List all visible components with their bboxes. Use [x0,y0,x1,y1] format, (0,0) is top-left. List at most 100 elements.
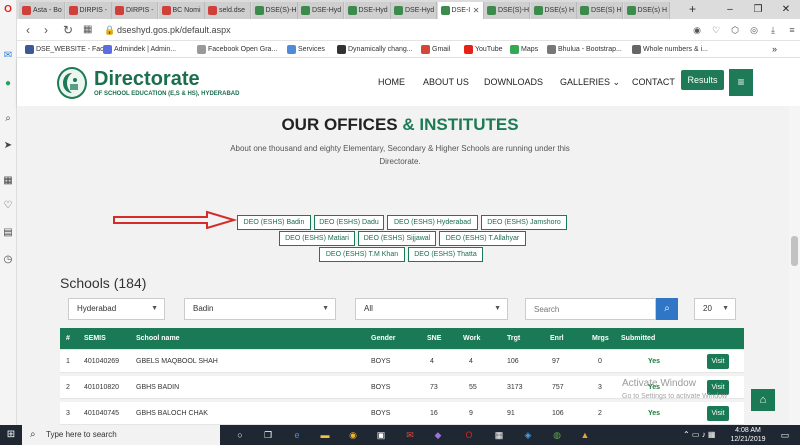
whatsapp-icon[interactable]: ● [2,78,14,90]
hamburger-menu-icon[interactable]: ≡ [729,69,753,96]
visit-button[interactable]: Visit [707,406,729,421]
nav-about-us[interactable]: ABOUT US [423,76,469,88]
bookmark-item[interactable]: DSE_WEBSITE - Fac... [25,43,110,56]
minimize-icon[interactable]: – [717,0,743,19]
page-size-select[interactable]: 20 ▼ [694,298,736,320]
deo-button-matiari[interactable]: DEO (ESHS) Matiari [279,231,355,246]
heart-icon[interactable]: ♡ [2,200,14,212]
app-icon[interactable]: ◍ [550,428,564,442]
col-mrgs[interactable]: Mrgs [592,328,609,350]
nav-galleries[interactable]: GALLERIES ⌄ [560,76,620,88]
messenger-icon[interactable]: ✉ [2,50,14,62]
bookmark-item[interactable]: Maps [510,43,538,56]
deo-button-tallahyar[interactable]: DEO (ESHS) T.Allahyar [439,231,526,246]
deo-button-sijjawal[interactable]: DEO (ESHS) Sijjawal [358,231,436,246]
browser-tab[interactable]: DSE(S)-H [251,2,298,19]
taskbar-clock[interactable]: 4:08 AM 12/21/2019 [726,426,770,444]
tab-close-icon[interactable]: ✕ [473,2,480,19]
browser-tab[interactable]: seld.dse [205,2,251,19]
bookmark-item[interactable]: Services [287,43,325,56]
edge-icon[interactable]: e [290,428,304,442]
browser-tab[interactable]: DIRPIS - [112,2,158,19]
deo-button-jamshoro[interactable]: DEO (ESHS) Jamshoro [481,215,567,230]
maximize-icon[interactable]: ❐ [745,0,771,19]
task-view-icon[interactable]: ❐ [261,428,275,442]
history-icon[interactable]: ◷ [2,254,14,266]
nav-contact[interactable]: CONTACT [632,76,675,88]
back-icon[interactable]: ‹ [26,22,30,38]
file-explorer-icon[interactable]: ▬ [318,428,332,442]
visit-button[interactable]: Visit [707,354,729,369]
browser-tab[interactable]: DSE-Hyd [298,2,344,19]
opera-taskbar-icon[interactable]: O [462,428,476,442]
bookmark-item[interactable]: YouTube [464,43,503,56]
sql-icon[interactable]: ◈ [521,428,535,442]
deo-button-tm-khan[interactable]: DEO (ESHS) T.M Khan [319,247,405,262]
deo-button-hyderabad[interactable]: DEO (ESHS) Hyderabad [387,215,478,230]
camera-icon[interactable]: ◉ [691,24,703,36]
search-button[interactable]: ⌕ [656,298,678,320]
system-tray[interactable]: ⌃ ▭ ♪ ▦ [683,425,716,445]
bookmark-item[interactable]: Facebook Open Gra... [197,43,277,56]
easy-setup-icon[interactable]: ≡ [786,24,798,36]
bookmarks-more-button[interactable]: » [772,43,777,56]
col-semis[interactable]: SEMIS [84,328,106,350]
download-icon[interactable]: ⤓ [767,24,779,36]
col-sne[interactable]: SNE [427,328,441,350]
send-icon[interactable]: ➤ [2,140,14,152]
results-button[interactable]: Results [681,70,724,90]
col-gender[interactable]: Gender [371,328,396,350]
bookmark-item[interactable]: Admindek | Admin... [103,43,176,56]
col-work[interactable]: Work [463,328,480,350]
bookmark-heart-icon[interactable]: ♡ [710,24,722,36]
col-submitted[interactable]: Submitted [621,328,655,350]
flow-icon[interactable]: ⬡ [729,24,741,36]
col-enrl[interactable]: Enrl [550,328,564,350]
browser-tab[interactable]: DSE(s) H [530,2,577,19]
app-icon-2[interactable]: ▲ [578,428,592,442]
opera-logo-icon[interactable]: O [2,4,14,16]
cortana-icon[interactable]: ○ [233,428,247,442]
mail-icon[interactable]: ✉ [403,428,417,442]
speed-dial-icon[interactable]: ▦ [2,175,14,187]
school-search-input[interactable] [525,298,656,320]
visual-studio-icon[interactable]: ◆ [431,428,445,442]
deo-button-dadu[interactable]: DEO (ESHS) Dadu [314,215,384,230]
browser-tab[interactable]: DSE(S) H [577,2,623,19]
browser-tab[interactable]: DSE(S)-H [484,2,530,19]
page-scrollbar[interactable] [789,106,800,425]
district-select[interactable]: Hyderabad ▼ [68,298,165,320]
forward-icon[interactable]: › [44,22,48,38]
windows-start-icon[interactable]: ⊞ [0,425,22,445]
browser-tab[interactable]: DSE(s) H [623,2,670,19]
browser-tab[interactable]: DSE-Hyd [344,2,391,19]
browser-tab[interactable]: BC Nomi [158,2,205,19]
bookmark-item[interactable]: Whole numbers & i... [632,43,708,56]
scrollbar-thumb[interactable] [791,236,798,266]
logo-emblem-icon[interactable] [57,67,87,99]
deo-button-thatta[interactable]: DEO (ESHS) Thatta [408,247,483,262]
table-row[interactable]: 3 401040745 GBHS BALOCH CHAK BOYS 16 9 91 106 2 Y… [60,402,744,425]
new-tab-button[interactable]: + [689,2,696,17]
home-grid-icon[interactable]: ▦ [83,22,92,38]
chrome-icon[interactable]: ◉ [346,428,360,442]
back-to-top-button[interactable]: ⌂ [751,389,775,411]
browser-tab[interactable]: Asta - Bo [19,2,65,19]
search-icon[interactable]: ⌕ [2,113,14,125]
browser-tab[interactable]: DSE-Hyd [391,2,437,19]
bookmark-item[interactable]: Gmail [421,43,450,56]
store-icon[interactable]: ▣ [374,428,388,442]
nav-downloads[interactable]: DOWNLOADS [484,76,543,88]
calculator-icon[interactable]: ▦ [492,428,506,442]
notifications-icon[interactable]: ▭ [778,428,792,442]
col-number[interactable]: # [66,328,70,350]
col-trgt[interactable]: Trgt [507,328,520,350]
deo-button-badin[interactable]: DEO (ESHS) Badin [237,215,311,230]
reload-icon[interactable]: ↻ [63,22,73,38]
table-row[interactable]: 1 401040269 GBELS MAQBOOL SHAH BOYS 4 4 106 97 0… [60,350,744,373]
type-select[interactable]: All ▼ [355,298,508,320]
taluka-select[interactable]: Badin ▼ [184,298,336,320]
taskbar-search-input[interactable]: ⌕ Type here to search [22,425,220,445]
bookmark-item[interactable]: Dynamically chang... [337,43,413,56]
browser-tab[interactable]: DIRPIS - [65,2,112,19]
